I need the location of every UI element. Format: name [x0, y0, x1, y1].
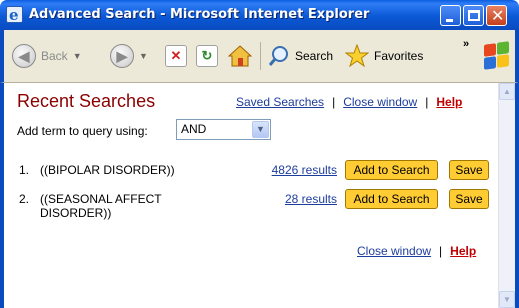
windows-logo-icon: [482, 41, 510, 71]
results-link-text[interactable]: 4826 results: [272, 163, 337, 177]
add-to-search-button[interactable]: Add to Search: [345, 189, 438, 209]
search-button[interactable]: Search: [268, 43, 333, 69]
forward-button[interactable]: ▶ ▼: [110, 43, 148, 69]
search-row-term: ((BIPOLAR DISORDER)): [40, 163, 175, 177]
toolbar-overflow-chevron[interactable]: »: [463, 38, 469, 50]
stop-button[interactable]: ✕: [165, 43, 187, 69]
search-row-term: ((SEASONAL AFFECT DISORDER)): [40, 192, 162, 220]
scroll-down-icon[interactable]: ▼: [499, 291, 515, 308]
help-link[interactable]: Help: [450, 244, 476, 258]
link-separator: |: [425, 95, 429, 109]
home-icon: [227, 45, 253, 67]
forward-dropdown-icon[interactable]: ▼: [139, 51, 148, 61]
favorites-label: Favorites: [374, 49, 424, 63]
back-label: Back: [41, 49, 68, 63]
stop-icon: ✕: [165, 45, 187, 67]
back-arrow-icon: ◀: [12, 44, 36, 68]
link-separator: |: [332, 95, 336, 109]
window-title: Advanced Search - Microsoft Internet Exp…: [29, 7, 370, 22]
page-title: Recent Searches: [17, 91, 156, 111]
results-link-text[interactable]: 28 results: [285, 192, 337, 206]
save-button[interactable]: Save: [449, 160, 489, 180]
close-window-link[interactable]: Close window: [343, 95, 417, 109]
operator-select[interactable]: AND ▼: [176, 119, 271, 140]
search-label: Search: [295, 49, 334, 63]
refresh-button[interactable]: ↻: [196, 43, 218, 69]
scroll-up-icon[interactable]: ▲: [499, 83, 515, 100]
minimize-button[interactable]: [440, 5, 461, 26]
refresh-icon: ↻: [196, 45, 218, 67]
search-row-number: 1.: [19, 163, 30, 177]
search-row-results-link[interactable]: 28 results: [217, 192, 337, 206]
search-icon: [268, 45, 290, 67]
chevron-down-icon[interactable]: ▼: [252, 121, 269, 138]
browser-toolbar: ◀ Back ▼ ▶ ▼ ✕ ↻ Search Favorites »: [0, 30, 519, 83]
top-links: Saved Searches | Close window | Help: [236, 95, 462, 109]
toolbar-separator: [260, 42, 261, 70]
add-to-search-button[interactable]: Add to Search: [345, 160, 438, 180]
bottom-links: Close window | Help: [357, 244, 476, 258]
search-row-results-link[interactable]: 4826 results: [217, 163, 337, 177]
link-separator: |: [439, 244, 443, 258]
back-dropdown-icon[interactable]: ▼: [73, 51, 82, 61]
help-link[interactable]: Help: [436, 95, 462, 109]
save-button[interactable]: Save: [449, 189, 489, 209]
back-button[interactable]: ◀ Back ▼: [12, 43, 82, 69]
favorites-button[interactable]: Favorites: [344, 43, 424, 69]
saved-searches-link[interactable]: Saved Searches: [236, 95, 324, 109]
ie-logo-icon: e: [6, 6, 23, 24]
operator-value: AND: [181, 122, 207, 136]
window-titlebar[interactable]: e Advanced Search - Microsoft Internet E…: [0, 0, 519, 30]
close-button[interactable]: ✕: [486, 5, 507, 26]
search-row-number: 2.: [19, 192, 30, 206]
maximize-button[interactable]: [463, 5, 484, 26]
close-window-link[interactable]: Close window: [357, 244, 431, 258]
add-term-label: Add term to query using:: [17, 124, 148, 138]
home-button[interactable]: [227, 43, 253, 69]
vertical-scrollbar[interactable]: ▲ ▼: [498, 83, 515, 308]
forward-arrow-icon: ▶: [110, 44, 134, 68]
star-icon: [344, 43, 370, 68]
